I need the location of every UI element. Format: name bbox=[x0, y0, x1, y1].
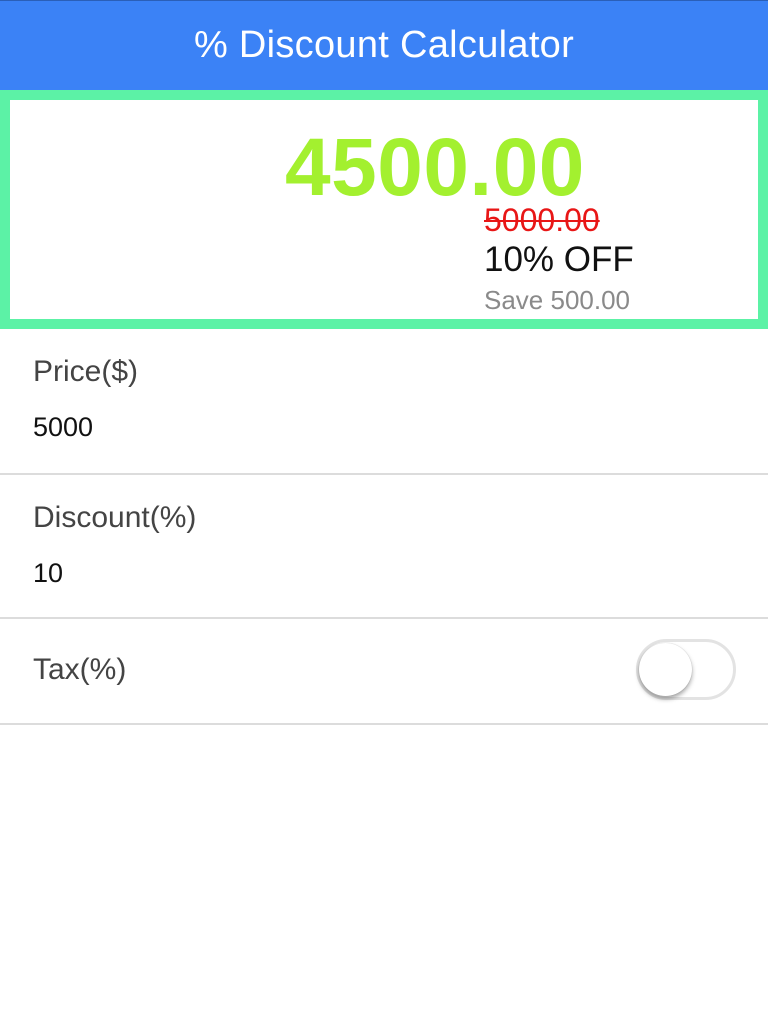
tax-toggle-knob[interactable] bbox=[639, 643, 692, 696]
tax-row: Tax(%) bbox=[0, 619, 768, 725]
tax-label: Tax(%) bbox=[33, 653, 127, 686]
price-label: Price($) bbox=[33, 355, 139, 388]
price-row: Price($) bbox=[0, 329, 768, 475]
original-price: 5000.00 bbox=[484, 202, 600, 238]
discount-calculator-app: % Discount Calculator 4500.00 5000.00 10… bbox=[0, 0, 768, 1033]
discount-percent-label: 10% OFF bbox=[484, 240, 634, 279]
tax-toggle[interactable] bbox=[636, 639, 736, 700]
app-bar: % Discount Calculator bbox=[0, 0, 768, 90]
discount-row: Discount(%) bbox=[0, 475, 768, 619]
savings-text: Save 500.00 bbox=[484, 285, 631, 315]
price-input[interactable] bbox=[33, 409, 633, 445]
discount-label: Discount(%) bbox=[33, 501, 197, 534]
discount-input[interactable] bbox=[33, 555, 633, 591]
app-title: % Discount Calculator bbox=[193, 24, 575, 66]
result-panel: 4500.00 5000.00 10% OFF Save 500.00 bbox=[0, 90, 768, 329]
